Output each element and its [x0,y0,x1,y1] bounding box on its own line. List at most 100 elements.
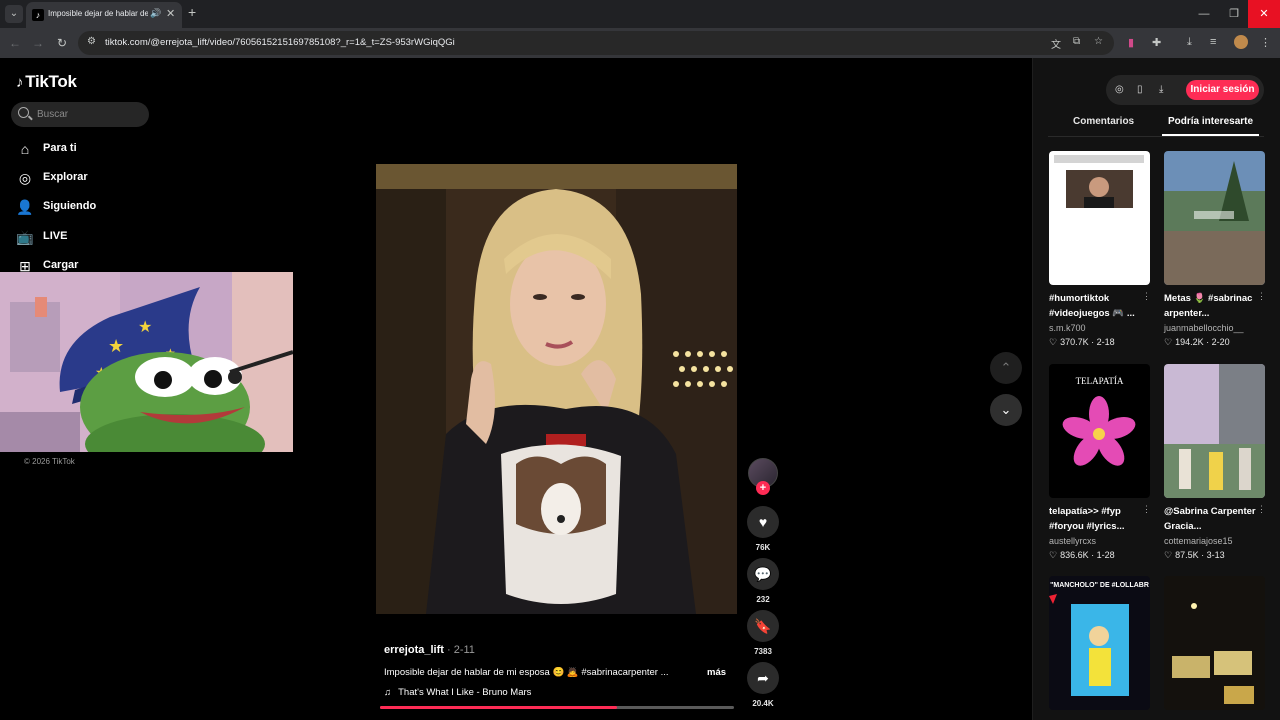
copyright-text: © 2026 TikTok [24,457,75,466]
more-link[interactable]: más [707,667,726,678]
tab-podria-interesarte[interactable]: Podría interesarte [1168,116,1253,127]
card-author[interactable]: austellyrcxs [1049,536,1096,546]
video-thumbnail[interactable] [1164,151,1265,285]
card-title: Metas 🌷 #sabrinac arpenter... [1164,293,1253,319]
video-thumbnail[interactable]: "MANCHOLO" DE #LOLLABR [1049,576,1150,710]
active-tab-indicator [1162,134,1259,136]
bookmark-icon[interactable]: 🔖 [747,610,779,642]
browser-tab-strip: ⌄ ♪ Imposible dejar de hablar de mi espo… [0,0,1280,28]
video-thumbnail[interactable] [1049,151,1150,285]
concert-image [1049,594,1129,696]
thumbnail-image [1164,151,1265,285]
video-thumbnail[interactable]: TELAPATÍA [1049,364,1150,498]
person-follow-icon: 👤 [16,199,34,215]
card-likes: 194.2K [1175,337,1204,347]
card-stats: ♡ 370.7K · 2-18 [1049,337,1115,347]
like-count: 76K [755,543,771,552]
explore-compass-icon[interactable]: ◎ [1115,84,1124,95]
video-frame-image [376,164,737,614]
next-video-chevron-down-icon[interactable]: ⌄ [990,394,1022,426]
tiktok-logo[interactable]: ♪ TikTok [16,72,77,92]
compass-icon: ◎ [18,170,32,186]
login-button[interactable]: Iniciar sesión [1186,80,1259,100]
comment-count: 232 [756,595,770,604]
reload-icon[interactable]: ↻ [53,34,71,52]
follow-plus-icon[interactable]: + [756,481,770,495]
extension-icon[interactable]: ▮ [1128,36,1134,49]
restore-icon[interactable]: ❐ [1218,0,1250,28]
video-description: Imposible dejar de hablar de mi esposa 😊… [384,667,669,678]
previous-video-chevron-up-icon[interactable]: ⌃ [990,352,1022,384]
media-control-icon[interactable]: ≡ [1210,36,1216,48]
device-phone-icon[interactable]: ▯ [1137,84,1143,95]
minimize-icon[interactable]: — [1188,0,1220,28]
card-author[interactable]: cottemariajose15 [1164,536,1233,546]
browser-toolbar: ← → ↻ ⚙ tiktok.com/@errejota_lift/video/… [0,28,1280,58]
tab-comentarios[interactable]: Comentarios [1073,116,1134,127]
like-heart-icon[interactable]: ♥ [747,506,779,538]
nav-label: Cargar [43,259,79,271]
share-arrow-icon[interactable]: ➦ [747,662,779,694]
nav-item-para-ti[interactable]: ⌂ Para ti [16,138,136,160]
video-progress-bar[interactable] [380,706,734,709]
forward-arrow-icon[interactable]: → [29,34,47,52]
video-music[interactable]: ♫ That's What I Like - Bruno Mars [384,687,531,698]
share-count: 20.4K [752,699,774,708]
card-stats: ♡ 836.6K · 1-28 [1049,550,1115,560]
tabs-divider [1048,136,1264,137]
thumbnail-image [1164,364,1265,498]
tab-close-icon[interactable]: ✕ [166,7,175,20]
back-arrow-icon[interactable]: ← [6,34,24,52]
search-box[interactable] [11,102,149,127]
extensions-puzzle-icon[interactable]: ✚ [1152,36,1161,49]
heart-outline-icon: ♡ [1049,337,1058,347]
site-info-icon[interactable]: ⚙ [87,36,96,47]
card-date: 2-18 [1096,337,1115,347]
nav-label: Siguiendo [43,200,97,212]
menu-dots-icon[interactable]: ⋮ [1260,36,1271,49]
nav-item-live[interactable]: 📺 LIVE [16,226,136,248]
heart-outline-icon: ♡ [1164,550,1173,560]
card-date: 2-20 [1211,337,1230,347]
more-options-icon[interactable]: ⋮ [1142,291,1151,302]
heart-outline-icon: ♡ [1049,550,1058,560]
video-thumbnail[interactable] [1164,364,1265,498]
video-player[interactable] [376,164,737,614]
url-text[interactable]: tiktok.com/@errejota_lift/video/76056152… [105,37,455,48]
window-close-icon[interactable]: ✕ [1248,0,1280,28]
download-icon[interactable]: ⤓ [1187,36,1192,49]
more-options-icon[interactable]: ⋮ [1257,291,1266,302]
install-app-icon[interactable]: ⧉ [1073,36,1080,47]
tiktok-page: ♪TikTok ⌂ Para ti ◎ Explorar 👤 Siguiendo… [0,58,1280,720]
card-author[interactable]: s.m.k700 [1049,323,1086,333]
video-thumbnail[interactable] [1164,576,1265,710]
thumbnail-image [1054,155,1144,208]
more-options-icon[interactable]: ⋮ [1142,504,1151,515]
tab-search-icon[interactable]: ⌄ [5,5,23,23]
card-author[interactable]: juanmabellocchio__ [1164,323,1244,333]
card-likes: 370.7K [1060,337,1089,347]
download-app-icon[interactable]: ⤓ [1159,84,1163,95]
heart-outline-icon: ♡ [1164,337,1173,347]
translate-icon[interactable]: 文 [1051,36,1061,51]
more-options-icon[interactable]: ⋮ [1257,504,1266,515]
card-stats: ♡ 87.5K · 3-13 [1164,550,1225,560]
comment-bubble-icon[interactable]: 💬 [747,558,779,590]
search-icon [18,107,29,118]
new-tab-plus-icon[interactable]: + [188,4,196,20]
address-bar[interactable]: ⚙ tiktok.com/@errejota_lift/video/760561… [78,31,1114,55]
save-count: 7383 [754,647,772,656]
home-icon: ⌂ [20,141,30,157]
bookmark-star-icon[interactable]: ☆ [1094,36,1103,47]
search-input[interactable] [37,102,142,127]
video-author[interactable]: errejota_lift · 2-11 [384,644,475,656]
card-stats: ♡ 194.2K · 2-20 [1164,337,1230,347]
profile-avatar[interactable] [1234,35,1248,49]
speaker-icon[interactable]: 🔊 [150,8,161,19]
nav-item-siguiendo[interactable]: 👤 Siguiendo [16,196,136,218]
nav-item-explorar[interactable]: ◎ Explorar [16,167,136,189]
video-date: · 2-11 [443,644,475,656]
author-name[interactable]: errejota_lift [384,644,444,656]
music-title: That's What I Like - Bruno Mars [398,687,532,698]
browser-tab[interactable]: ♪ Imposible dejar de hablar de mi esposa… [26,2,182,28]
